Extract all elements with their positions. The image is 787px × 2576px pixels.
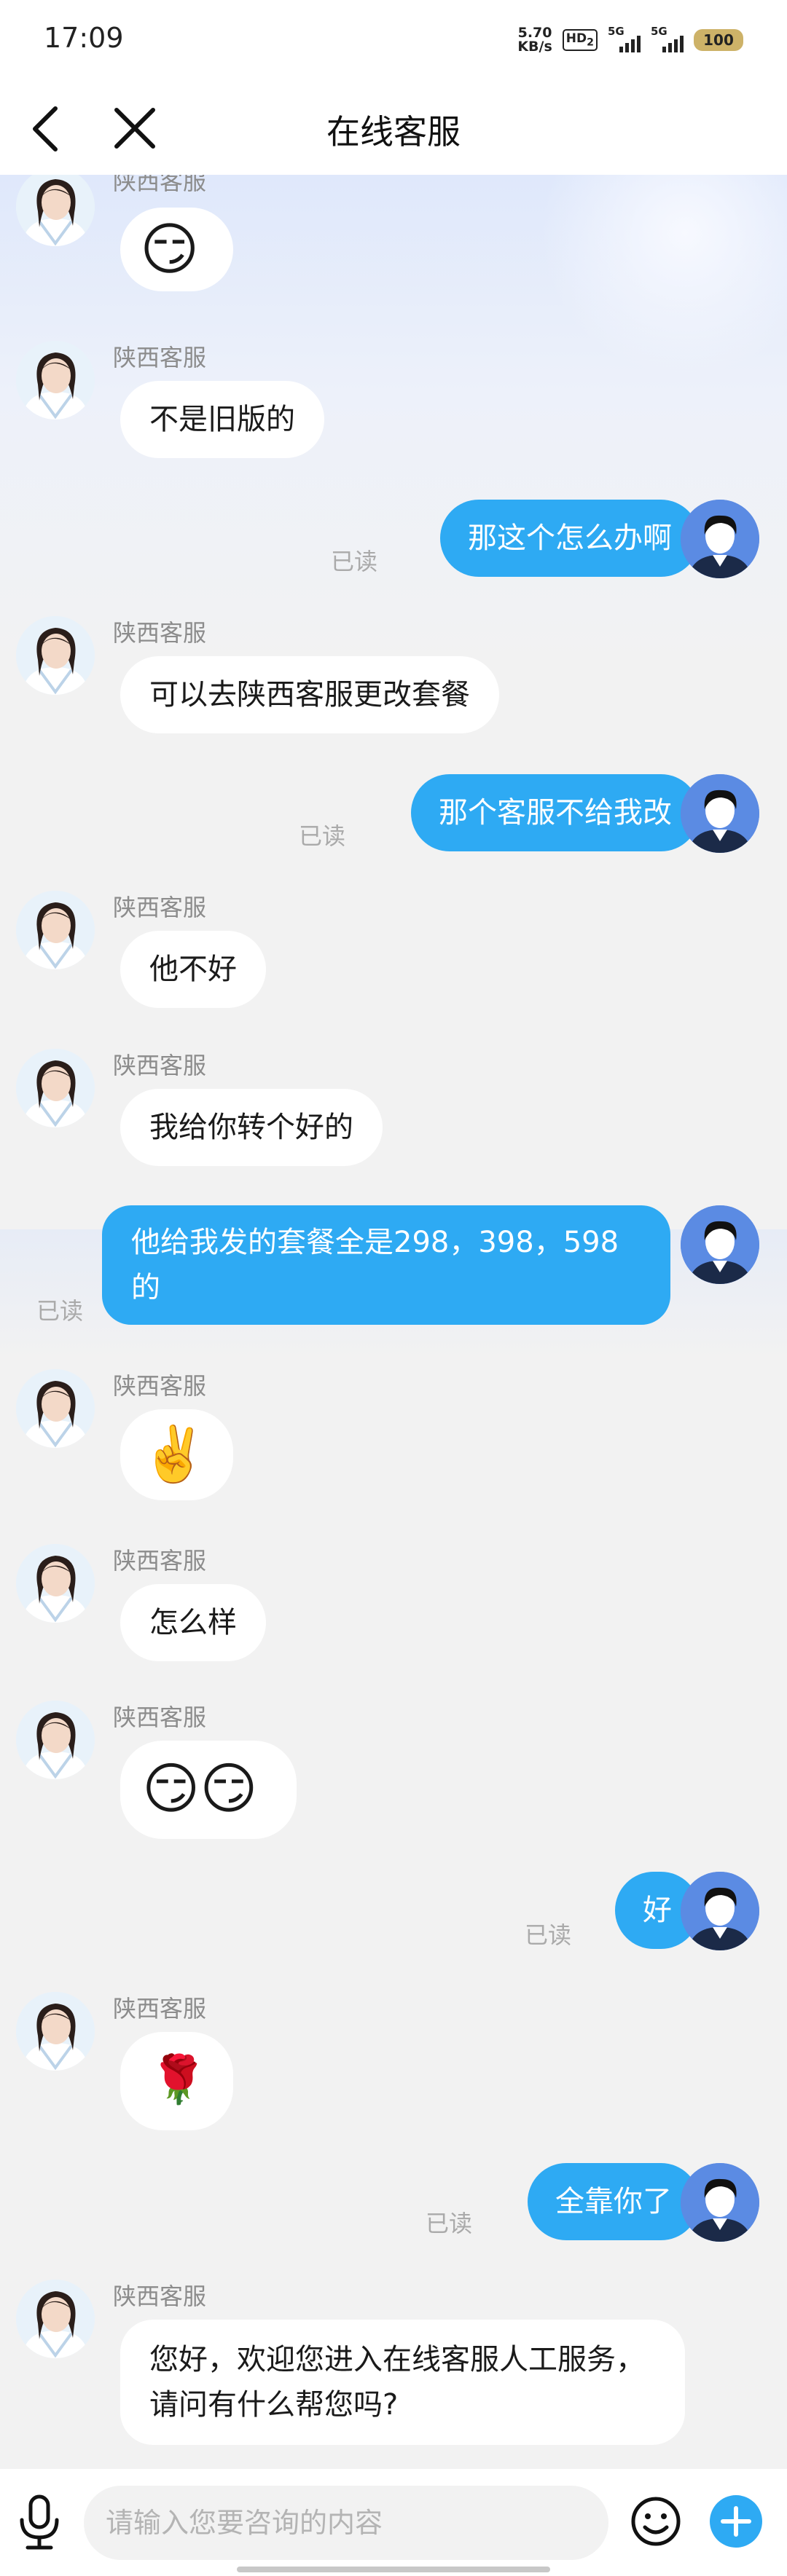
message-row-agent: 陕西客服 🌹 [0,1992,787,2138]
message-row-agent: 陕西客服 😏😏 [0,1701,787,1846]
message-row-agent: 陕西客服 您好，欢迎您进入在线客服人工服务，请问有什么帮您吗? [0,2280,787,2469]
message-row-agent: 陕西客服 怎么样 [0,1544,787,1668]
message-row-user: 已读 他给我发的套餐全是298，398，598的 [0,1205,787,1344]
agent-name: 陕西客服 [113,894,207,921]
hd-voice-icon: HD2 [562,29,598,51]
agent-name: 陕西客服 [113,1547,207,1575]
agent-name: 陕西客服 [113,619,207,647]
message-bubble[interactable]: 那个客服不给我改 [411,774,700,851]
input-bar [0,2469,787,2576]
message-bubble[interactable]: 怎么样 [120,1584,266,1661]
agent-name: 陕西客服 [113,1052,207,1079]
message-bubble[interactable]: 我给你转个好的 [120,1089,383,1166]
agent-name: 陕西客服 [113,1703,207,1731]
message-bubble[interactable]: 🌹 [120,2032,233,2130]
message-bubble[interactable]: 他给我发的套餐全是298，398，598的 [102,1205,670,1325]
message-row-user: 已读 那这个怎么办啊 [0,500,787,587]
message-bubble[interactable]: 您好，欢迎您进入在线客服人工服务，请问有什么帮您吗? [120,2320,685,2445]
message-bubble[interactable]: 不是旧版的 [120,381,324,458]
agent-avatar[interactable] [16,891,95,969]
message-bubble[interactable]: ✌️ [120,1409,233,1500]
message-row-user: 已读 好 [0,1872,787,1959]
signal-icon-2: 5G [651,25,684,52]
message-row-user: 已读 全靠你了 [0,2163,787,2250]
agent-avatar[interactable] [16,616,95,695]
status-bar: 17:09 5.70 KB/s HD2 5G 5G 100 [0,0,787,84]
agent-avatar[interactable] [16,341,95,420]
chat-header: 在线客服 [0,84,787,175]
message-row-agent: 陕西客服 不是旧版的 [0,341,787,465]
agent-avatar[interactable] [16,1544,95,1623]
message-row-agent: 陕西客服 可以去陕西客服更改套餐 [0,616,787,740]
message-row-user: 已读 那个客服不给我改 [0,774,787,862]
message-bubble[interactable]: 全靠你了 [528,2163,700,2240]
message-bubble[interactable]: 那这个怎么办啊 [440,500,700,577]
message-row-agent: 陕西客服 😏 [0,175,787,320]
home-indicator [237,2567,550,2572]
agent-avatar[interactable] [16,1049,95,1127]
message-bubble[interactable]: 😏 [120,208,233,291]
page-title: 在线客服 [326,112,461,151]
smiley-icon[interactable] [627,2491,685,2553]
user-avatar[interactable] [681,2163,759,2242]
agent-name: 陕西客服 [113,2282,207,2310]
message-bubble[interactable]: 可以去陕西客服更改套餐 [120,656,499,733]
microphone-icon[interactable] [13,2491,66,2553]
message-row-agent: 陕西客服 ✌️ [0,1369,787,1515]
message-input[interactable] [84,2486,608,2560]
plus-icon[interactable] [707,2492,765,2551]
agent-avatar[interactable] [16,1701,95,1779]
status-icons: 5.70 KB/s HD2 5G 5G 100 [517,25,743,55]
message-row-agent: 陕西客服 他不好 [0,891,787,1015]
user-avatar[interactable] [681,1872,759,1950]
user-avatar[interactable] [681,774,759,853]
agent-name: 陕西客服 [113,175,207,195]
status-time: 17:09 [44,22,124,54]
signal-icon: 5G [608,25,641,52]
read-receipt: 已读 [524,1921,571,1949]
agent-avatar[interactable] [16,1369,95,1448]
agent-name: 陕西客服 [113,1372,207,1400]
user-avatar[interactable] [681,500,759,578]
agent-name: 陕西客服 [113,344,207,371]
agent-name: 陕西客服 [113,1995,207,2022]
read-receipt: 已读 [36,1297,83,1325]
battery-icon: 100 [694,29,743,51]
read-receipt: 已读 [425,2210,472,2237]
message-row-agent: 陕西客服 我给你转个好的 [0,1049,787,1173]
read-receipt: 已读 [298,822,345,850]
agent-avatar[interactable] [16,1992,95,2071]
read-receipt: 已读 [330,548,377,575]
chat-messages[interactable]: 陕西客服 😏 陕西客服 不是旧版的 已读 那这个怎么办啊 陕西客服 可以去陕西客… [0,175,787,2469]
message-bubble[interactable]: 他不好 [120,931,266,1008]
message-bubble[interactable]: 😏😏 [120,1741,297,1839]
user-avatar[interactable] [681,1205,759,1284]
network-speed: 5.70 KB/s [517,25,552,55]
agent-avatar[interactable] [16,2280,95,2358]
agent-avatar[interactable] [16,175,95,246]
